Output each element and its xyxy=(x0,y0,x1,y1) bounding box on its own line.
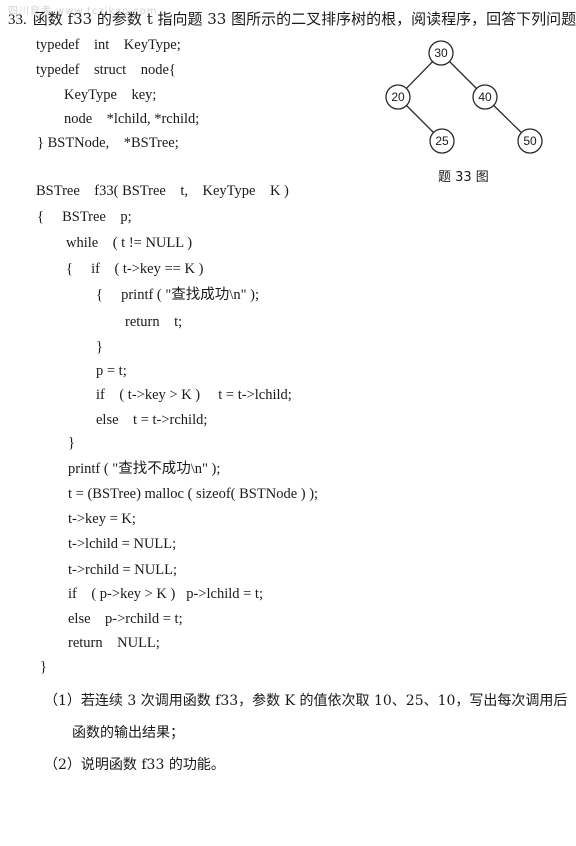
code-line: typedef struct node{ xyxy=(36,62,176,78)
sub-question-2: （2）说明函数 f33 的功能。 xyxy=(44,754,225,774)
code-line: t->lchild = NULL; xyxy=(68,536,177,552)
tree-node-label: 50 xyxy=(523,134,537,148)
code-line: t->rchild = NULL; xyxy=(68,562,177,578)
tree-edge xyxy=(405,61,434,89)
code-line: } xyxy=(40,659,47,675)
tree-node: 50 xyxy=(517,128,543,154)
code-line: { printf ( "查找成功\n" ); xyxy=(96,287,259,303)
code-line: } xyxy=(68,435,75,451)
code-line: } xyxy=(96,339,103,355)
tree-node: 20 xyxy=(385,84,411,110)
code-line: if ( p->key > K ) p->lchild = t; xyxy=(68,586,263,602)
code-line: if ( t->key > K ) t = t->lchild; xyxy=(96,387,292,403)
code-line: t = (BSTree) malloc ( sizeof( BSTNode ) … xyxy=(68,486,319,502)
tree-edge xyxy=(449,61,477,89)
code-line: t->key = K; xyxy=(68,511,136,527)
question-title: 33. 函数 f33 的参数 t 指向题 33 图所示的二叉排序树的根，阅读程序，… xyxy=(8,8,576,29)
code-line: { if ( t->key == K ) xyxy=(66,261,204,277)
question-prompt: 函数 f33 的参数 t 指向题 33 图所示的二叉排序树的根，阅读程序，回答下… xyxy=(32,10,576,28)
sub-question-1: （1）若连续 3 次调用函数 f33，参数 K 的值依次取 10、25、10，写… xyxy=(44,690,567,710)
tree-node: 40 xyxy=(472,84,498,110)
tree-edge xyxy=(406,105,434,133)
tree-node-label: 40 xyxy=(478,90,492,104)
code-line: BSTree f33( BSTree t, KeyType K ) xyxy=(36,183,289,199)
code-line: else t = t->rchild; xyxy=(96,412,208,428)
code-line: KeyType key; xyxy=(64,87,157,103)
tree-node: 30 xyxy=(428,40,454,66)
sub-question-label: （2） xyxy=(44,757,81,773)
code-line: { BSTree p; xyxy=(37,209,132,225)
tree-node: 25 xyxy=(429,128,455,154)
sub-question-label: （1） xyxy=(44,693,81,709)
figure-caption: 题 33 图 xyxy=(438,170,489,185)
code-line: node *lchild, *rchild; xyxy=(64,111,200,127)
code-line: p = t; xyxy=(96,363,127,379)
code-line: else p->rchild = t; xyxy=(68,611,183,627)
code-line: typedef int KeyType; xyxy=(36,37,181,53)
tree-node-label: 25 xyxy=(435,134,449,148)
sub-question-1-continued: 函数的输出结果； xyxy=(72,725,184,741)
tree-edge xyxy=(493,104,522,134)
code-line: return t; xyxy=(125,314,183,330)
sub-question-text: 说明函数 f33 的功能。 xyxy=(80,757,225,773)
question-number: 33. xyxy=(8,12,27,28)
code-line: return NULL; xyxy=(68,635,160,651)
tree-node-label: 30 xyxy=(434,46,448,60)
code-line: } BSTNode, *BSTree; xyxy=(37,135,179,151)
tree-node-label: 20 xyxy=(391,90,405,104)
code-line: while ( t != NULL ) xyxy=(66,235,193,251)
sub-question-text: 若连续 3 次调用函数 f33，参数 K 的值依次取 10、25、10，写出每次… xyxy=(80,693,568,709)
code-line: printf ( "查找不成功\n" ); xyxy=(68,461,221,477)
